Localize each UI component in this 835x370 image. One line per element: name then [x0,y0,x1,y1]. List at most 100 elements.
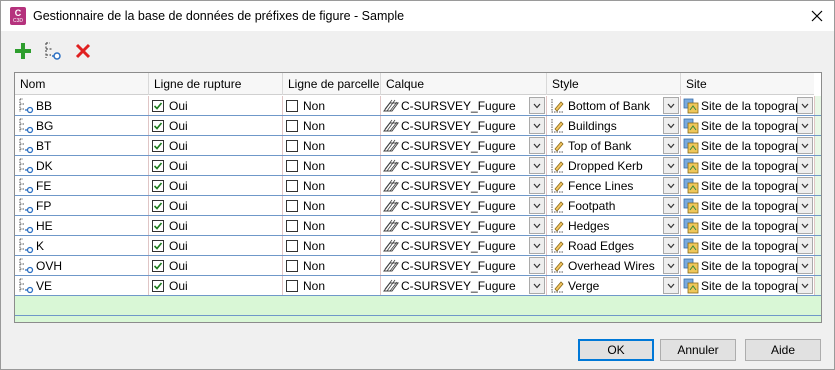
lot-line-checkbox[interactable] [286,159,298,172]
cell-style[interactable]: Verge [547,276,681,295]
layer-combobox[interactable]: C-SURSVEY_Fugure [383,136,546,155]
cell-ligne-rupture[interactable]: Oui [149,276,283,295]
lot-line-checkbox[interactable] [286,99,298,112]
cell-nom[interactable]: K [15,236,149,255]
lot-line-checkbox[interactable] [286,139,298,152]
dropdown-arrow-button[interactable] [663,277,679,294]
column-header-nom[interactable]: Nom [15,73,149,95]
cell-ligne-rupture[interactable]: Oui [149,196,283,215]
cell-ligne-parcelle[interactable]: Non [283,156,381,175]
dropdown-arrow-button[interactable] [797,277,813,294]
breakline-checkbox[interactable] [152,139,164,152]
table-row[interactable]: BG Oui Non C-SURSVEY_Fugure Buildings Site de… [15,116,821,136]
lot-line-checkbox[interactable] [286,239,298,252]
cell-nom[interactable]: HE [15,216,149,235]
cell-ligne-parcelle[interactable]: Non [283,96,381,115]
cell-ligne-rupture[interactable]: Oui [149,116,283,135]
site-combobox[interactable]: Site de la topograp [683,236,814,255]
table-row[interactable]: DK Oui Non C-SURSVEY_Fugure Dropped Kerb Site… [15,156,821,176]
cell-ligne-parcelle[interactable]: Non [283,216,381,235]
cell-ligne-rupture[interactable]: Oui [149,156,283,175]
dropdown-arrow-button[interactable] [663,257,679,274]
cell-nom[interactable]: DK [15,156,149,175]
cell-site[interactable]: Site de la topograp [681,236,815,255]
style-combobox[interactable]: Hedges [550,216,680,235]
cell-site[interactable]: Site de la topograp [681,216,815,235]
cell-style[interactable]: Dropped Kerb [547,156,681,175]
cell-site[interactable]: Site de la topograp [681,136,815,155]
cancel-button[interactable]: Annuler [660,339,736,361]
dropdown-arrow-button[interactable] [797,137,813,154]
cell-ligne-rupture[interactable]: Oui [149,256,283,275]
new-row-placeholder[interactable] [15,296,821,316]
help-button[interactable]: Aide [745,339,821,361]
breakline-checkbox[interactable] [152,239,164,252]
site-combobox[interactable]: Site de la topograp [683,276,814,295]
layer-combobox[interactable]: C-SURSVEY_Fugure [383,116,546,135]
dropdown-arrow-button[interactable] [529,277,545,294]
dropdown-arrow-button[interactable] [663,217,679,234]
lot-line-checkbox[interactable] [286,199,298,212]
site-combobox[interactable]: Site de la topograp [683,216,814,235]
dropdown-arrow-button[interactable] [529,117,545,134]
cell-calque[interactable]: C-SURSVEY_Fugure [381,156,547,175]
layer-combobox[interactable]: C-SURSVEY_Fugure [383,216,546,235]
cell-site[interactable]: Site de la topograp [681,196,815,215]
ok-button[interactable]: OK [578,339,654,361]
dropdown-arrow-button[interactable] [529,97,545,114]
cell-style[interactable]: Road Edges [547,236,681,255]
layer-combobox[interactable]: C-SURSVEY_Fugure [383,176,546,195]
cell-site[interactable]: Site de la topograp [681,276,815,295]
breakline-checkbox[interactable] [152,159,164,172]
dropdown-arrow-button[interactable] [663,137,679,154]
cell-nom[interactable]: BG [15,116,149,135]
dropdown-arrow-button[interactable] [529,237,545,254]
site-combobox[interactable]: Site de la topograp [683,256,814,275]
style-combobox[interactable]: Dropped Kerb [550,156,680,175]
cell-style[interactable]: Footpath [547,196,681,215]
column-header-parcelle[interactable]: Ligne de parcelle [283,73,381,95]
dropdown-arrow-button[interactable] [663,117,679,134]
layer-combobox[interactable]: C-SURSVEY_Fugure [383,256,546,275]
cell-calque[interactable]: C-SURSVEY_Fugure [381,96,547,115]
breakline-checkbox[interactable] [152,99,164,112]
cell-style[interactable]: Fence Lines [547,176,681,195]
style-combobox[interactable]: Road Edges [550,236,680,255]
column-header-style[interactable]: Style [547,73,681,95]
dropdown-arrow-button[interactable] [797,257,813,274]
table-row[interactable]: HE Oui Non C-SURSVEY_Fugure Hedges Site de la… [15,216,821,236]
style-combobox[interactable]: Fence Lines [550,176,680,195]
site-combobox[interactable]: Site de la topograp [683,96,814,115]
dropdown-arrow-button[interactable] [663,157,679,174]
cell-ligne-parcelle[interactable]: Non [283,176,381,195]
cell-ligne-parcelle[interactable]: Non [283,276,381,295]
table-row[interactable]: FE Oui Non C-SURSVEY_Fugure Fence Lines Site … [15,176,821,196]
cell-site[interactable]: Site de la topograp [681,256,815,275]
lot-line-checkbox[interactable] [286,279,298,292]
cell-ligne-parcelle[interactable]: Non [283,116,381,135]
breakline-checkbox[interactable] [152,199,164,212]
cell-calque[interactable]: C-SURSVEY_Fugure [381,136,547,155]
dropdown-arrow-button[interactable] [797,197,813,214]
cell-ligne-rupture[interactable]: Oui [149,96,283,115]
dropdown-arrow-button[interactable] [529,217,545,234]
cell-calque[interactable]: C-SURSVEY_Fugure [381,276,547,295]
cell-calque[interactable]: C-SURSVEY_Fugure [381,256,547,275]
dropdown-arrow-button[interactable] [529,197,545,214]
cell-calque[interactable]: C-SURSVEY_Fugure [381,216,547,235]
cell-site[interactable]: Site de la topograp [681,156,815,175]
dropdown-arrow-button[interactable] [797,177,813,194]
layer-combobox[interactable]: C-SURSVEY_Fugure [383,236,546,255]
breakline-checkbox[interactable] [152,179,164,192]
style-combobox[interactable]: Bottom of Bank [550,96,680,115]
layer-combobox[interactable]: C-SURSVEY_Fugure [383,276,546,295]
cell-ligne-rupture[interactable]: Oui [149,236,283,255]
breakline-checkbox[interactable] [152,119,164,132]
site-combobox[interactable]: Site de la topograp [683,136,814,155]
lot-line-checkbox[interactable] [286,179,298,192]
site-combobox[interactable]: Site de la topograp [683,116,814,135]
site-combobox[interactable]: Site de la topograp [683,196,814,215]
cell-style[interactable]: Top of Bank [547,136,681,155]
breakline-checkbox[interactable] [152,279,164,292]
figure-prefix-button[interactable] [41,39,65,63]
